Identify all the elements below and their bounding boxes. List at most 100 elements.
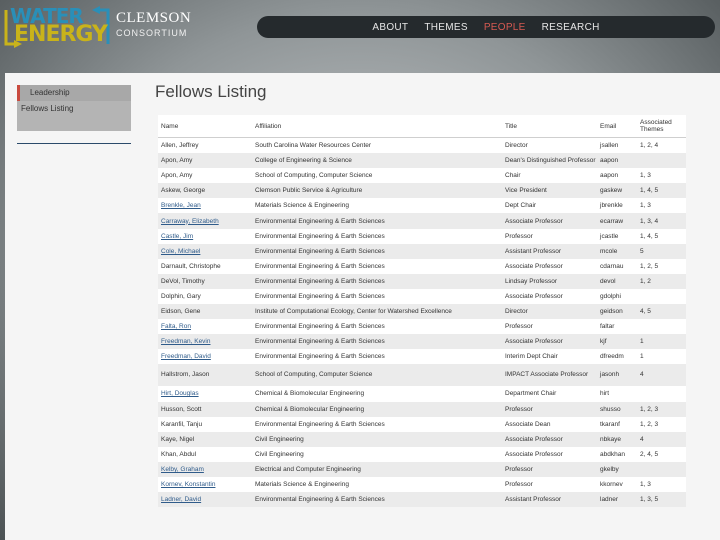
table-header-row: Name Affiliation Title Email Associated … [158, 115, 686, 138]
fellow-name-link[interactable]: Castle, Jim [161, 233, 193, 240]
cell-affiliation: Environmental Engineering & Earth Scienc… [252, 319, 502, 335]
cell-themes: 1 [637, 334, 686, 350]
nav-themes[interactable]: THEMES [416, 22, 475, 33]
cell-affiliation: School of Computing, Computer Science [252, 364, 502, 387]
fellow-name-link[interactable]: Freedman, David [161, 353, 211, 360]
fellow-name-link[interactable]: Falta, Ron [161, 323, 191, 330]
cell-email: geidson [597, 304, 637, 320]
cell-email: cdarnau [597, 258, 637, 274]
cell-name: Falta, Ron [158, 319, 252, 335]
cell-email: jsallen [597, 137, 637, 154]
fellow-name-link[interactable]: Ladner, David [161, 496, 201, 503]
sidebar-divider [17, 143, 131, 144]
column-header-name: Name [158, 115, 252, 138]
fellow-name-link[interactable]: Carraway, Elizabeth [161, 218, 219, 225]
cell-themes [637, 386, 686, 402]
table-row: Ladner, David Environmental Engineering &… [158, 492, 686, 508]
main-nav: ABOUT THEMES PEOPLE RESEARCH [257, 16, 715, 38]
water-energy-logo[interactable]: WATER ENERGY CLEMSON CONSORTIUM [4, 4, 191, 48]
cell-name: Apon, Amy [158, 168, 252, 184]
table-row: Dolphin, Gary Environmental Engineering &… [158, 288, 686, 305]
sidebar: Leadership Fellows Listing [17, 85, 131, 144]
cell-name: Allen, Jeffrey [158, 137, 252, 154]
table-row: Hallstrom, Jason School of Computing, Com… [158, 364, 686, 387]
cell-title: Department Chair [502, 386, 597, 402]
cell-name: DeVol, Timothy [158, 273, 252, 289]
fellow-name-link[interactable]: Kornev, Konstantin [161, 481, 215, 488]
nav-research[interactable]: RESEARCH [534, 22, 608, 33]
cell-affiliation: College of Engineering & Science [252, 153, 502, 169]
logo-energy-text: ENERGY [14, 22, 108, 47]
cell-title: Vice President [502, 183, 597, 199]
cell-title: Professor [502, 461, 597, 477]
fellow-name: Dolphin, Gary [161, 292, 201, 300]
cell-name: Freedman, David [158, 349, 252, 365]
sidebar-item-leadership[interactable]: Leadership [17, 85, 131, 101]
cell-title: Lindsay Professor [502, 273, 597, 289]
cell-title: Professor [502, 228, 597, 244]
cell-email: kkornev [597, 476, 637, 493]
nav-about[interactable]: ABOUT [364, 22, 416, 33]
column-header-email: Email [597, 115, 637, 138]
cell-title: Associate Professor [502, 334, 597, 350]
cell-affiliation: Environmental Engineering & Earth Scienc… [252, 416, 502, 432]
cell-affiliation: Institute of Computational Ecology, Cent… [252, 304, 502, 320]
cell-title: IMPACT Associate Professor [502, 364, 597, 387]
fellow-name: Askew, George [161, 187, 206, 195]
cell-themes [637, 288, 686, 305]
cell-title: Associate Dean [502, 416, 597, 432]
fellow-name-link[interactable]: Brenkle, Jean [161, 202, 201, 209]
table-row: Cole, Michael Environmental Engineering &… [158, 243, 686, 259]
cell-themes: 1, 3 [637, 476, 686, 493]
cell-themes: 2, 4, 5 [637, 446, 686, 462]
fellow-name: Khan, Abdul [161, 450, 197, 458]
table-row: Kelby, Graham Electrical and Computer Eng… [158, 461, 686, 477]
cell-name: Apon, Amy [158, 153, 252, 169]
cell-email: jbrenkle [597, 198, 637, 214]
nav-people[interactable]: PEOPLE [476, 22, 534, 33]
cell-title: Associate Professor [502, 446, 597, 462]
cell-name: Cole, Michael [158, 243, 252, 259]
cell-email: faltar [597, 319, 637, 335]
fellow-name: Apon, Amy [161, 172, 193, 180]
cell-title: Associate Professor [502, 258, 597, 274]
cell-affiliation: Materials Science & Engineering [252, 476, 502, 493]
cell-name: Kornev, Konstantin [158, 476, 252, 493]
cell-email: hirt [597, 386, 637, 402]
cell-email: shusso [597, 401, 637, 417]
cell-email: kjf [597, 334, 637, 350]
cell-themes: 1, 4, 5 [637, 228, 686, 244]
cell-themes: 1, 2, 3 [637, 401, 686, 417]
fellow-name: Eidson, Gene [161, 308, 201, 316]
cell-themes [637, 319, 686, 335]
cell-name: Kaye, Nigel [158, 431, 252, 447]
cell-affiliation: Environmental Engineering & Earth Scienc… [252, 228, 502, 244]
cell-email: gdolphi [597, 288, 637, 305]
cell-title: Interim Dept Chair [502, 349, 597, 365]
cell-email: jcastle [597, 228, 637, 244]
table-row: Eidson, Gene Institute of Computational E… [158, 304, 686, 320]
cell-name: Khan, Abdul [158, 446, 252, 462]
table-row: Kaye, Nigel Civil Engineering Associate Pr… [158, 431, 686, 447]
cell-themes: 1, 3, 4 [637, 213, 686, 229]
sidebar-item-fellows-listing[interactable]: Fellows Listing [17, 101, 131, 117]
fellow-name-link[interactable]: Hirt, Douglas [161, 390, 199, 397]
cell-affiliation: Environmental Engineering & Earth Scienc… [252, 334, 502, 350]
site-header: WATER ENERGY CLEMSON CONSORTIUM ABOUT TH… [0, 0, 720, 55]
cell-name: Hirt, Douglas [158, 386, 252, 402]
fellow-name-link[interactable]: Freedman, Kevin [161, 338, 211, 345]
cell-email: nbkaye [597, 431, 637, 447]
column-header-themes: Associated Themes [637, 115, 686, 138]
cell-title: Assistant Professor [502, 492, 597, 508]
fellow-name-link[interactable]: Cole, Michael [161, 248, 200, 255]
fellow-name-link[interactable]: Kelby, Graham [161, 466, 204, 473]
cell-name: Dolphin, Gary [158, 288, 252, 305]
table-row: Husson, Scott Chemical & Biomolecular Eng… [158, 401, 686, 417]
fellow-name: Kaye, Nigel [161, 435, 195, 443]
cell-name: Castle, Jim [158, 228, 252, 244]
cell-name: Karanfil, Tanju [158, 416, 252, 432]
cell-themes: 5 [637, 243, 686, 259]
table-row: Apon, Amy College of Engineering & Scienc… [158, 153, 686, 169]
cell-email: abdkhan [597, 446, 637, 462]
table-row: Carraway, Elizabeth Environmental Enginee… [158, 213, 686, 229]
